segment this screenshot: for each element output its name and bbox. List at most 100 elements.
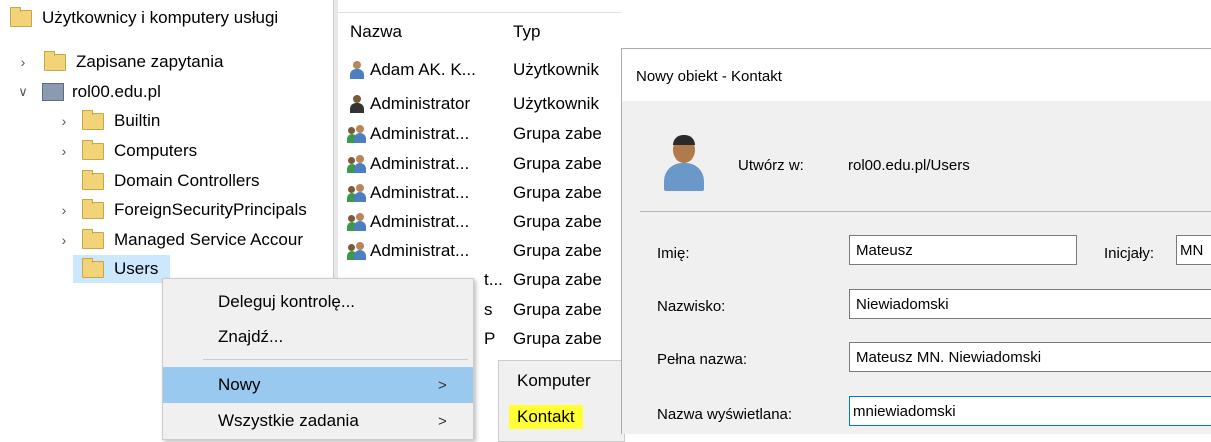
- new-contact-dialog: Nowy obiekt - Kontakt Utwórz w: rol00.ed…: [621, 48, 1211, 434]
- item-type: Grupa zabe: [513, 241, 602, 260]
- display-name-label: Nazwa wyświetlana:: [657, 406, 793, 423]
- folder-icon: [82, 257, 104, 278]
- domain-icon: [42, 83, 64, 101]
- folder-icon: [82, 139, 104, 160]
- item-type: Użytkownik: [513, 60, 599, 79]
- item-type: Grupa zabe: [513, 270, 602, 289]
- menu-item-label: Nowy: [218, 375, 261, 394]
- tree-item-label: Domain Controllers: [114, 171, 260, 190]
- item-name: Adam AK. K...: [370, 60, 476, 79]
- item-name: Administrat...: [370, 124, 470, 143]
- item-name: Administrat...: [370, 183, 470, 202]
- menu-item-new[interactable]: Nowy >: [163, 367, 473, 403]
- last-name-label: Nazwisko:: [657, 298, 726, 315]
- user-icon: [348, 61, 366, 79]
- folder-icon: [82, 169, 104, 190]
- create-in-value: rol00.edu.pl/Users: [848, 157, 970, 174]
- tree-item-computers[interactable]: › Computers: [55, 137, 197, 165]
- header-divider: [338, 12, 621, 13]
- submenu-item-contact[interactable]: Kontakt: [509, 405, 583, 429]
- group-icon: [347, 242, 366, 260]
- user-icon: [348, 95, 366, 113]
- item-name: Administrat...: [370, 212, 470, 231]
- list-item[interactable]: Administrat... Grupa zabe: [338, 120, 621, 148]
- item-type: Grupa zabe: [513, 300, 602, 319]
- create-in-label: Utwórz w:: [738, 157, 804, 174]
- list-item[interactable]: Administrat... Grupa zabe: [338, 208, 621, 236]
- column-header-name[interactable]: Nazwa: [350, 22, 402, 42]
- menu-item-delegate-control[interactable]: Deleguj kontrolę...: [163, 284, 473, 320]
- folder-icon: [44, 50, 66, 71]
- last-name-field[interactable]: Niewiadomski: [849, 289, 1211, 319]
- tree-item-users[interactable]: Users: [73, 255, 170, 283]
- item-type: Grupa zabe: [513, 183, 602, 202]
- menu-item-label: Wszystkie zadania: [218, 411, 359, 430]
- item-name: Administrat...: [370, 154, 470, 173]
- chevron-right-icon[interactable]: ›: [14, 54, 32, 70]
- item-type: Użytkownik: [513, 94, 599, 113]
- display-name-field[interactable]: mniewiadomski: [849, 396, 1211, 426]
- group-icon: [347, 125, 366, 143]
- tree-root[interactable]: Użytkownicy i komputery usługi: [10, 4, 278, 32]
- item-name: s: [484, 300, 493, 319]
- tree-root-label: Użytkownicy i komputery usługi: [42, 8, 279, 27]
- chevron-right-icon[interactable]: ›: [55, 202, 73, 218]
- dialog-separator: [640, 211, 1211, 212]
- item-type: Grupa zabe: [513, 154, 602, 173]
- list-item[interactable]: Adam AK. K... Użytkownik: [338, 56, 621, 84]
- tree-item-label: Managed Service Accour: [114, 230, 303, 249]
- item-type: Grupa zabe: [513, 212, 602, 231]
- tree-item-domain-controllers[interactable]: Domain Controllers: [82, 167, 260, 195]
- chevron-right-icon[interactable]: ›: [55, 113, 73, 129]
- submenu-new: Komputer Kontakt: [498, 360, 625, 442]
- tree-item-label: rol00.edu.pl: [72, 82, 161, 101]
- tree-item-domain[interactable]: ∨ rol00.edu.pl: [14, 78, 161, 106]
- folder-icon: [82, 228, 104, 249]
- group-icon: [347, 213, 366, 231]
- tree-item-label: Builtin: [114, 111, 161, 130]
- chevron-down-icon[interactable]: ∨: [14, 84, 32, 100]
- tree-item-managed-service-accounts[interactable]: › Managed Service Accour: [55, 226, 303, 254]
- menu-item-find[interactable]: Znajdź...: [163, 319, 473, 355]
- full-name-label: Pełna nazwa:: [657, 351, 748, 368]
- list-item[interactable]: Administrat... Grupa zabe: [338, 179, 621, 207]
- submenu-arrow-icon: >: [438, 376, 447, 394]
- full-name-field[interactable]: Mateusz MN. Niewiadomski: [849, 342, 1211, 372]
- tree-item-label: Zapisane zapytania: [76, 52, 224, 71]
- chevron-right-icon[interactable]: ›: [55, 232, 73, 248]
- item-type: Grupa zabe: [513, 329, 602, 348]
- initials-label: Inicjały:: [1104, 245, 1155, 262]
- menu-item-all-tasks[interactable]: Wszystkie zadania >: [163, 403, 473, 439]
- item-name: P: [484, 329, 496, 348]
- column-header-type[interactable]: Typ: [513, 22, 540, 42]
- list-item[interactable]: Administrat... Grupa zabe: [338, 237, 621, 265]
- menu-separator: [203, 359, 468, 360]
- item-name: Administrator: [370, 94, 471, 113]
- console-root-icon: [10, 6, 32, 27]
- dialog-title: Nowy obiekt - Kontakt: [636, 68, 782, 85]
- folder-icon: [82, 109, 104, 130]
- dialog-titlebar: Nowy obiekt - Kontakt: [622, 49, 1211, 101]
- list-item[interactable]: Administrat... Grupa zabe: [338, 150, 621, 178]
- context-menu: Deleguj kontrolę... Znajdź... Nowy > Wsz…: [162, 278, 474, 440]
- tree-item-label: ForeignSecurityPrincipals: [114, 200, 307, 219]
- tree-item-label: Users: [114, 259, 159, 278]
- group-icon: [347, 184, 366, 202]
- tree-item-saved-queries[interactable]: › Zapisane zapytania: [14, 48, 223, 76]
- first-name-field[interactable]: Mateusz: [849, 235, 1077, 265]
- first-name-label: Imię:: [657, 245, 690, 262]
- folder-icon: [82, 198, 104, 219]
- contact-icon: [662, 135, 706, 193]
- list-item[interactable]: Administrator Użytkownik: [338, 90, 621, 118]
- item-name: t...: [484, 270, 503, 289]
- group-icon: [347, 155, 366, 173]
- initials-field[interactable]: MN: [1176, 235, 1211, 265]
- tree-item-foreign-security-principals[interactable]: › ForeignSecurityPrincipals: [55, 196, 307, 224]
- tree-item-builtin[interactable]: › Builtin: [55, 107, 160, 135]
- submenu-item-computer[interactable]: Komputer: [517, 371, 591, 391]
- menu-item-label: Znajdź...: [218, 327, 284, 346]
- item-name: Administrat...: [370, 241, 470, 260]
- menu-item-label: Deleguj kontrolę...: [218, 292, 356, 311]
- item-type: Grupa zabe: [513, 124, 602, 143]
- chevron-right-icon[interactable]: ›: [55, 143, 73, 159]
